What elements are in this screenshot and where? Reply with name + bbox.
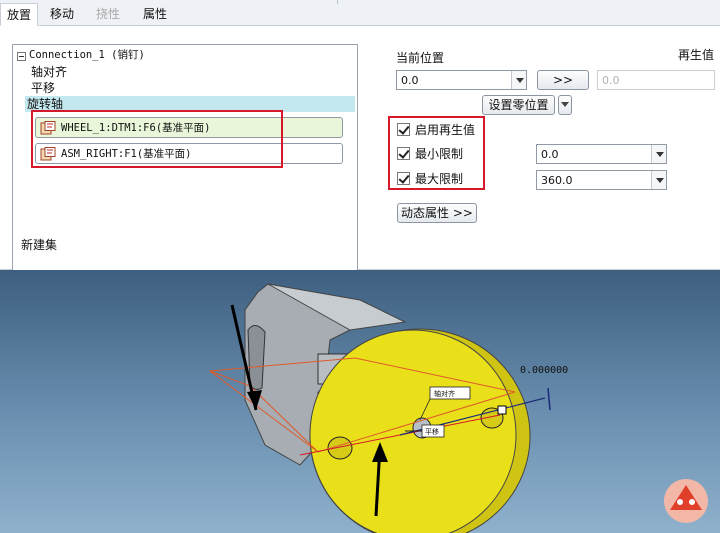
highlight-frame-references [31, 110, 283, 168]
set-zero-dropdown[interactable] [558, 95, 572, 115]
chevron-down-icon[interactable] [511, 71, 526, 89]
current-position-value: 0.0 [401, 74, 419, 87]
chevron-down-icon [561, 102, 569, 107]
tab-properties[interactable]: 属性 [137, 3, 173, 26]
tabbar-divider [337, 0, 338, 4]
copy-to-regen-button[interactable]: >> [537, 70, 589, 90]
translate-tag[interactable]: 平移 [425, 427, 439, 437]
feature-tab-bar: 放置 移动 挠性 属性 [0, 0, 720, 26]
tab-placement[interactable]: 放置 [0, 3, 39, 26]
regen-value-label: 再生值 [678, 48, 715, 62]
regen-value-text: 0.0 [602, 74, 620, 87]
current-position-label: 当前位置 [396, 51, 445, 65]
set-zero-position-button[interactable]: 设置零位置 [482, 95, 555, 115]
tree-item-axis-align[interactable]: 轴对齐 [31, 64, 67, 80]
fox-logo-icon [664, 479, 708, 523]
tab-move[interactable]: 移动 [44, 3, 80, 26]
collapse-icon[interactable] [17, 52, 26, 61]
dynamic-properties-button[interactable]: 动态属性 >> [397, 203, 477, 223]
connection-tree[interactable]: Connection_1 (销钉) 轴对齐 平移 旋转轴 WHEEL_1:DTM… [12, 44, 358, 279]
tab-flexibility[interactable]: 挠性 [90, 3, 126, 26]
chevron-down-icon[interactable] [651, 145, 666, 163]
model-viewport[interactable]: 0.000000 轴对齐 平移 [0, 270, 720, 533]
max-limit-combo[interactable]: 360.0 [536, 170, 667, 190]
dimension-value[interactable]: 0.000000 [520, 365, 568, 376]
tree-connection-row[interactable]: Connection_1 (销钉) [13, 47, 357, 63]
connection-label: Connection_1 (销钉) [29, 49, 145, 61]
chevron-down-icon[interactable] [651, 171, 666, 189]
model-graphics [208, 283, 708, 533]
highlight-frame-limits [388, 116, 485, 190]
new-set-link[interactable]: 新建集 [21, 237, 57, 253]
min-limit-value: 0.0 [541, 148, 559, 161]
max-limit-value: 360.0 [541, 174, 573, 187]
current-position-combo[interactable]: 0.0 [396, 70, 527, 90]
regen-value-field[interactable]: 0.0 [597, 70, 715, 90]
placement-panel: Connection_1 (销钉) 轴对齐 平移 旋转轴 WHEEL_1:DTM… [0, 26, 720, 279]
axis-align-tag[interactable]: 轴对齐 [434, 389, 455, 399]
tree-item-translate[interactable]: 平移 [31, 80, 55, 96]
min-limit-combo[interactable]: 0.0 [536, 144, 667, 164]
